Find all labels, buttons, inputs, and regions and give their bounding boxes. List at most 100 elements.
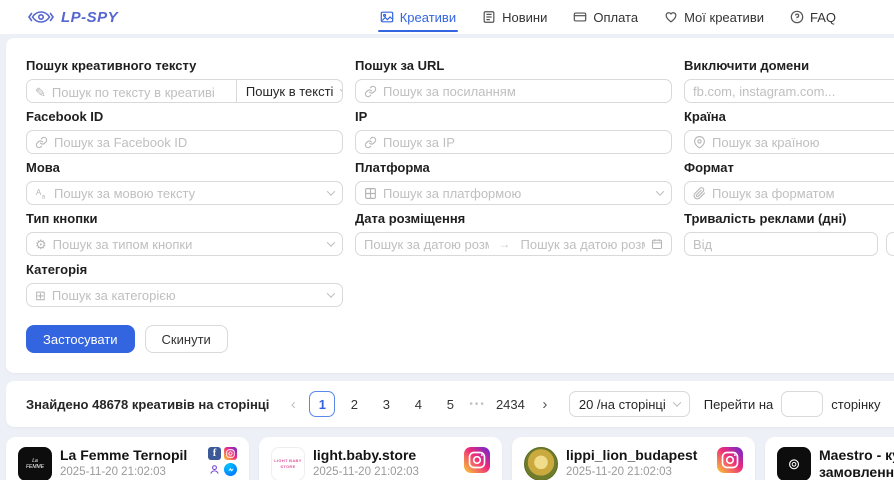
page: LP-SPY Креативи Новини Оплата <box>0 0 894 480</box>
nav-tab-payment[interactable]: Оплата <box>573 0 638 34</box>
page-button-1[interactable]: 1 <box>309 391 335 417</box>
nav-label: FAQ <box>810 10 836 25</box>
page-button-3[interactable]: 3 <box>373 391 399 417</box>
facebook-icon: f <box>208 447 221 460</box>
field-platform: Платформа <box>355 160 672 205</box>
page-button-last[interactable]: 2434 <box>492 391 529 417</box>
svg-text:a: a <box>42 193 46 200</box>
category-input[interactable] <box>52 288 322 303</box>
logo-text: LP-SPY <box>61 9 118 26</box>
creative-cards: LaFEMME La Femme Ternopil 2025-11-20 21:… <box>6 437 894 480</box>
credit-card-icon <box>573 10 587 24</box>
card-date: 2025-11-20 21:02:03 <box>566 466 709 478</box>
field-label: Дата розміщення <box>355 211 672 226</box>
person-icon <box>208 463 221 476</box>
field-label: Пошук за URL <box>355 58 672 73</box>
creative-card[interactable]: ⊚ Maestro - кухні, меблі на замовлення в… <box>765 437 894 480</box>
format-select[interactable] <box>684 181 894 205</box>
search-mode-select[interactable]: Пошук в тексті <box>236 80 343 102</box>
chevron-down-icon <box>327 238 335 246</box>
question-circle-icon <box>790 10 804 24</box>
platform-icon <box>364 187 377 200</box>
avatar: LIGHT BABYSTORE <box>271 447 305 480</box>
heart-icon <box>664 10 678 24</box>
field-label: IP <box>355 109 672 124</box>
exclude-domains-input[interactable] <box>693 84 894 99</box>
country-input[interactable] <box>712 135 894 150</box>
language-select[interactable]: Aa <box>26 181 343 205</box>
nav-tab-news[interactable]: Новини <box>482 0 547 34</box>
field-button-type: Тип кнопки ⚙ <box>26 211 343 256</box>
field-format: Формат <box>684 160 894 205</box>
nav-label: Мої креативи <box>684 10 764 25</box>
field-label: Формат <box>684 160 894 175</box>
card-title: Maestro - кухні, меблі на замовлення в У… <box>819 447 894 480</box>
date-to-input[interactable] <box>521 237 646 252</box>
creative-card[interactable]: lippi_lion_budapest 2025-11-20 21:02:03 … <box>512 437 755 480</box>
nav-tab-my-creatives[interactable]: Мої креативи <box>664 0 764 34</box>
facebook-id-input[interactable] <box>54 135 334 150</box>
page-button-5[interactable]: 5 <box>437 391 463 417</box>
url-input[interactable] <box>383 84 663 99</box>
date-from-input[interactable] <box>364 237 489 252</box>
prev-page-button[interactable]: ‹ <box>283 396 303 413</box>
card-date: 2025-11-20 21:02:03 <box>313 466 456 478</box>
duration-from-input[interactable] <box>693 237 869 252</box>
avatar: LaFEMME <box>18 447 52 480</box>
field-category: Категорія ⊞ <box>26 262 343 307</box>
goto-prefix: Перейти на <box>704 397 774 412</box>
chevron-down-icon <box>656 187 664 195</box>
card-title: lippi_lion_budapest <box>566 447 709 464</box>
format-input[interactable] <box>712 186 894 201</box>
instagram-icon <box>717 447 743 473</box>
field-label: Платформа <box>355 160 672 175</box>
platform-select[interactable] <box>355 181 672 205</box>
next-page-button[interactable]: › <box>535 396 555 413</box>
category-select[interactable]: ⊞ <box>26 283 343 307</box>
page-size-select[interactable]: 20 /на сторінці <box>569 391 690 417</box>
creative-card[interactable]: LIGHT BABYSTORE light.baby.store 2025-11… <box>259 437 502 480</box>
page-button-4[interactable]: 4 <box>405 391 431 417</box>
button-type-select[interactable]: ⚙ <box>26 232 343 256</box>
pagination-ellipsis[interactable]: ••• <box>469 399 486 410</box>
card-date: 2025-11-20 21:02:03 <box>60 466 200 478</box>
news-icon <box>482 10 496 24</box>
creative-text-input[interactable] <box>52 85 228 100</box>
field-placement-date: Дата розміщення → <box>355 211 672 256</box>
field-country: Країна <box>684 109 894 154</box>
field-ip: IP <box>355 109 672 154</box>
image-icon <box>380 10 394 24</box>
link-icon <box>35 136 48 149</box>
arrow-right-icon: → <box>495 237 515 251</box>
chevron-down-icon <box>672 398 680 406</box>
paperclip-icon <box>693 187 706 200</box>
field-label: Тип кнопки <box>26 211 343 226</box>
nav-label: Новини <box>502 10 547 25</box>
logo[interactable]: LP-SPY <box>28 9 118 26</box>
translate-icon: Aa <box>35 187 48 200</box>
chevron-down-icon <box>327 289 335 297</box>
language-input[interactable] <box>54 186 322 201</box>
main-nav: Креативи Новини Оплата Мої креативи <box>380 0 836 34</box>
reset-button[interactable]: Скинути <box>145 325 228 353</box>
ip-input[interactable] <box>383 135 663 150</box>
gear-icon: ⚙ <box>35 238 47 251</box>
page-button-2[interactable]: 2 <box>341 391 367 417</box>
social-icons: f <box>208 447 237 480</box>
eye-logo-icon <box>28 9 54 25</box>
date-range-picker[interactable]: → <box>355 232 672 256</box>
button-type-input[interactable] <box>53 237 322 252</box>
apply-button[interactable]: Застосувати <box>26 325 135 353</box>
nav-tab-faq[interactable]: FAQ <box>790 0 836 34</box>
goto-page-input[interactable] <box>781 391 823 417</box>
filter-panel: Пошук креативного тексту ✎ Пошук в текст… <box>6 38 894 373</box>
field-label: Категорія <box>26 262 343 277</box>
nav-tab-creatives[interactable]: Креативи <box>380 0 456 34</box>
field-label: Мова <box>26 160 343 175</box>
platform-input[interactable] <box>383 186 651 201</box>
avatar <box>524 447 558 480</box>
field-label: Виключити домени <box>684 58 894 73</box>
creative-card[interactable]: LaFEMME La Femme Ternopil 2025-11-20 21:… <box>6 437 249 480</box>
field-label: Пошук креативного тексту <box>26 58 343 73</box>
field-language: Мова Aa <box>26 160 343 205</box>
